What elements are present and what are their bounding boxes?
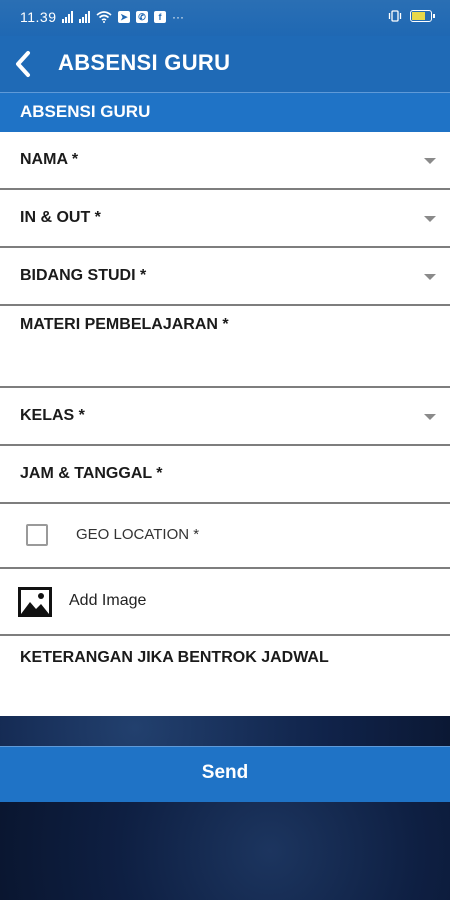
telegram-icon: ➤ <box>118 11 130 23</box>
send-button[interactable]: Send <box>0 746 450 802</box>
whatsapp-icon: ✆ <box>136 11 148 23</box>
send-label: Send <box>201 762 249 783</box>
in-out-dropdown[interactable]: IN & OUT * <box>0 190 450 248</box>
facebook-icon: f <box>154 11 166 23</box>
in-out-label: IN & OUT * <box>20 209 101 226</box>
status-right <box>388 10 435 22</box>
add-image-label: Add Image <box>69 592 147 609</box>
bidang-studi-dropdown[interactable]: BIDANG STUDI * <box>0 248 450 306</box>
vibrate-icon <box>388 10 402 22</box>
section-title: ABSENSI GURU <box>20 102 151 121</box>
bidang-studi-label: BIDANG STUDI * <box>20 267 147 284</box>
jam-tanggal-field[interactable]: JAM & TANGGAL * <box>0 446 450 504</box>
background-band <box>0 716 450 746</box>
kelas-label: KELAS * <box>20 407 85 424</box>
jam-tanggal-label: JAM & TANGGAL * <box>20 465 163 482</box>
signal-icon <box>62 11 73 23</box>
status-icons: ➤ ✆ f ··· <box>62 11 184 23</box>
nama-label: NAMA * <box>20 151 79 168</box>
background-bottom <box>0 802 450 900</box>
keterangan-label: KETERANGAN JIKA BENTROK JADWAL <box>20 649 329 666</box>
status-bar: 11.39 ➤ ✆ f ··· <box>0 0 450 36</box>
caret-down-icon <box>424 216 436 222</box>
attendance-form: NAMA * IN & OUT * BIDANG STUDI * MATERI … <box>0 132 450 716</box>
signal-icon-2 <box>79 11 90 23</box>
battery-icon <box>410 10 435 22</box>
kelas-dropdown[interactable]: KELAS * <box>0 388 450 446</box>
image-icon <box>18 587 52 617</box>
more-notifications: ··· <box>172 10 184 24</box>
materi-label: MATERI PEMBELAJARAN * <box>20 316 229 333</box>
geo-location-checkbox[interactable] <box>26 524 48 546</box>
keterangan-input[interactable]: KETERANGAN JIKA BENTROK JADWAL <box>0 636 450 716</box>
wifi-icon <box>96 11 112 23</box>
nama-dropdown[interactable]: NAMA * <box>0 132 450 190</box>
app-bar: ABSENSI GURU <box>0 36 450 92</box>
page-title: ABSENSI GURU <box>58 50 231 75</box>
caret-down-icon <box>424 158 436 164</box>
add-image-button[interactable]: Add Image <box>0 569 450 636</box>
materi-input[interactable]: MATERI PEMBELAJARAN * <box>0 306 450 388</box>
caret-down-icon <box>424 274 436 280</box>
geo-location-row[interactable]: GEO LOCATION * <box>0 504 450 569</box>
caret-down-icon <box>424 414 436 420</box>
section-header: ABSENSI GURU <box>0 92 450 132</box>
back-button[interactable] <box>10 48 40 80</box>
chevron-left-icon <box>16 51 30 77</box>
status-time: 11.39 <box>20 9 57 25</box>
geo-location-label: GEO LOCATION * <box>76 526 200 543</box>
